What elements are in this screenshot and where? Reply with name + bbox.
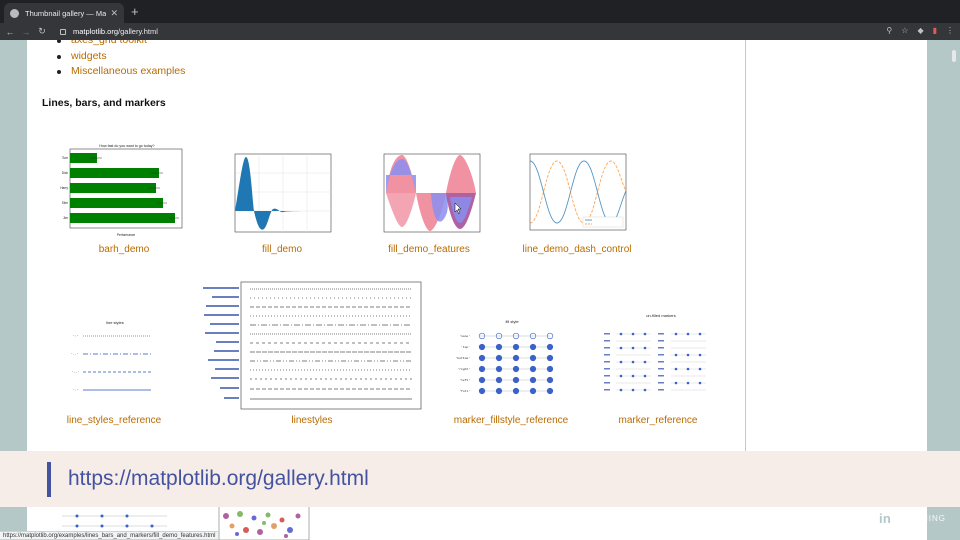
fill-style-label: 'right'	[457, 367, 470, 371]
marker-reference-thumbnail[interactable]: un-filled markers	[596, 310, 711, 400]
toc-link-axes-grid[interactable]: axes_grid toolkit	[57, 40, 185, 50]
browser-tab[interactable]: Thumbnail gallery — Matplotlib ✕	[4, 3, 124, 23]
fill-style-title: fill style	[505, 319, 519, 324]
barh-label: Jim	[63, 216, 68, 220]
banner-accent-bar	[47, 462, 51, 497]
line-demo-dash-control-thumbnail[interactable]	[521, 151, 627, 235]
matplotlib-favicon-icon	[10, 8, 19, 18]
tab-title: Thumbnail gallery — Matplotlib	[25, 8, 107, 18]
gallery-link-linestyles[interactable]: linestyles	[291, 415, 332, 426]
gallery-link-barh-demo[interactable]: barh_demo	[99, 244, 150, 255]
lock-icon	[60, 28, 66, 35]
brand-sub: LEARNING	[897, 514, 946, 523]
extension-icon[interactable]: ▮	[933, 26, 937, 35]
svg-text:'-': '-'	[73, 388, 79, 392]
svg-text:'--': '--'	[72, 370, 79, 374]
gallery-link-marker-reference[interactable]: marker_reference	[619, 415, 698, 426]
reload-icon[interactable]: ↻	[36, 26, 48, 37]
barh-bar	[70, 213, 175, 223]
url-text: matplotlib.org/gallery.html	[73, 27, 158, 36]
toc-link-widgets[interactable]: widgets	[57, 50, 185, 66]
banner-url-text: https://matplotlib.org/gallery.html	[68, 467, 369, 490]
fill-style-label: 'left'	[459, 378, 470, 382]
browser-toolbar: ← → ↻ matplotlib.org/gallery.html ⚲ ☆ ◆ …	[0, 23, 960, 40]
barh-label: Tom	[62, 156, 68, 160]
url-host: matplotlib.org	[73, 27, 119, 36]
toc-link-misc[interactable]: Miscellaneous examples	[57, 65, 185, 81]
sidebar-divider	[745, 40, 746, 452]
scrollbar-thumb[interactable]	[952, 50, 956, 62]
tab-bar: Thumbnail gallery — Matplotlib ✕ +	[0, 0, 960, 23]
gallery-link-fill-demo[interactable]: fill_demo	[262, 244, 302, 255]
barh-label: Slim	[62, 201, 69, 205]
barh-demo-thumbnail[interactable]: How fast do you want to go today? Tom Di…	[59, 143, 185, 239]
linkedin-learning-logo: Linked in LEARNING	[826, 510, 946, 527]
brand-name: Linked	[825, 510, 876, 527]
fill-style-label: 'bottom'	[456, 356, 471, 360]
zoom-icon[interactable]: ⚲	[886, 26, 892, 35]
unfilled-markers-title: un-filled markers	[646, 313, 676, 318]
brand-in-badge: in	[876, 511, 894, 526]
line-styles-reference-thumbnail[interactable]: line styles ':' '-.' '--' '-'	[67, 310, 162, 400]
barh-bar	[70, 168, 159, 178]
barh-bar	[70, 198, 163, 208]
barh-title: How fast do you want to go today?	[99, 144, 154, 148]
fill-demo-thumbnail[interactable]	[228, 151, 332, 235]
gallery-link-marker-fillstyle-reference[interactable]: marker_fillstyle_reference	[454, 415, 569, 426]
fill-demo-features-thumbnail[interactable]	[376, 151, 482, 235]
line-styles-title: line styles	[106, 320, 124, 325]
marker-fillstyle-reference-thumbnail[interactable]: fill style 'none' 'top' 'bottom' 'right'…	[452, 316, 562, 402]
back-arrow-icon[interactable]: ←	[4, 27, 16, 37]
fill-style-label: 'full'	[459, 389, 470, 393]
shield-extension-icon[interactable]: ◆	[917, 26, 923, 35]
bookmark-star-icon[interactable]: ☆	[901, 26, 908, 35]
section-heading: Lines, bars, and markers	[42, 97, 166, 109]
browser-tools: ⚲ ☆ ◆ ▮ ⋮	[886, 26, 954, 35]
url-overlay-banner: https://matplotlib.org/gallery.html	[0, 451, 960, 507]
status-bar-url: https://matplotlib.org/examples/lines_ba…	[0, 531, 220, 540]
svg-text:'-.': '-.'	[71, 352, 78, 356]
address-bar[interactable]: matplotlib.org/gallery.html	[60, 27, 158, 36]
gallery-link-line-demo-dash-control[interactable]: line_demo_dash_control	[523, 244, 632, 255]
menu-kebab-icon[interactable]: ⋮	[946, 26, 954, 35]
barh-label: Dick	[62, 171, 69, 175]
forward-arrow-icon[interactable]: →	[20, 27, 32, 37]
gallery-link-line-styles-reference[interactable]: line_styles_reference	[67, 415, 162, 426]
fill-style-label: 'top'	[461, 345, 470, 349]
barh-bar	[70, 183, 156, 193]
url-path: /gallery.html	[118, 27, 158, 36]
fill-style-label: 'none'	[459, 334, 470, 338]
barh-xlabel: Performance	[117, 233, 135, 237]
toc-list: axes_grid toolkit widgets Miscellaneous …	[57, 40, 185, 81]
svg-text:':': ':'	[73, 334, 79, 338]
barh-label: Harry	[60, 186, 68, 190]
gallery-link-fill-demo-features[interactable]: fill_demo_features	[388, 244, 470, 255]
tab-close-icon[interactable]: ✕	[110, 8, 118, 19]
new-tab-button[interactable]: +	[131, 4, 139, 19]
linestyles-thumbnail[interactable]	[200, 281, 422, 410]
